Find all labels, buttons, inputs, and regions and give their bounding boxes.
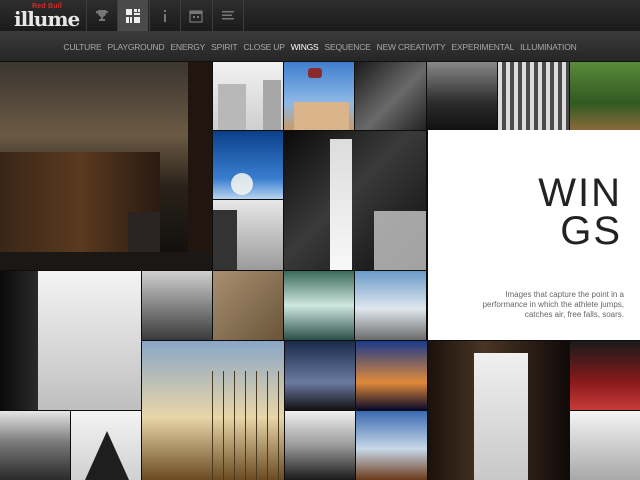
photo-tile-stairs[interactable] (213, 200, 283, 270)
photo-tile-ridge[interactable] (285, 411, 355, 480)
photo-tile-cliff-jump[interactable] (0, 271, 141, 410)
photo-tile-dam[interactable] (142, 271, 212, 340)
category-culture[interactable]: Culture (60, 42, 104, 52)
photo-tile-green-ramp[interactable] (570, 62, 640, 130)
section-title-line2: GS (560, 209, 622, 253)
photo-tile-bmx-ramp[interactable] (284, 62, 354, 130)
photo-tile-sculpture[interactable] (356, 411, 427, 480)
category-spirit[interactable]: Spirit (208, 42, 240, 52)
section-description: Images that capture the point in a perfo… (482, 290, 624, 319)
category-sequence[interactable]: Sequence (322, 42, 374, 52)
photo-tile-city-canal[interactable] (0, 62, 212, 270)
photo-tile-waterfall-color[interactable] (428, 341, 569, 480)
category-illumination[interactable]: Illumination (517, 42, 579, 52)
photo-tile-sky-flip[interactable] (213, 131, 283, 199)
photo-tile-facade[interactable] (498, 62, 569, 130)
photo-tile-crowd[interactable] (0, 411, 70, 480)
grid-icon[interactable] (117, 0, 148, 31)
category-nav: Culture Playground Energy Spirit Close U… (0, 32, 640, 62)
photo-tile-building-jump[interactable] (213, 62, 283, 130)
info-icon[interactable] (149, 0, 180, 31)
photo-tile-skate-bowl[interactable] (355, 271, 426, 340)
photo-tile-dusk-bmx[interactable] (356, 341, 427, 410)
illume-logo[interactable]: Red Bull illume (14, 3, 84, 31)
photo-tile-rail-grind[interactable] (570, 411, 640, 480)
photo-tile-red-ramp[interactable] (570, 341, 640, 410)
photo-tile-dome-night[interactable] (285, 341, 355, 410)
category-new-creativity[interactable]: New Creativity (374, 42, 449, 52)
category-wings[interactable]: Wings (288, 42, 322, 52)
category-close-up[interactable]: Close Up (240, 42, 287, 52)
section-title: WIN GS (538, 171, 622, 253)
photo-tile-forest-jump[interactable] (355, 62, 426, 130)
section-title-line1: WIN (538, 171, 622, 215)
logo-name: illume (14, 7, 80, 31)
category-playground[interactable]: Playground (105, 42, 168, 52)
category-experimental[interactable]: Experimental (448, 42, 517, 52)
photo-tile-waterfall-bw[interactable] (284, 131, 426, 270)
trophy-icon[interactable] (86, 0, 117, 31)
list-icon[interactable] (212, 0, 244, 31)
photo-tile-industrial[interactable] (427, 62, 497, 130)
top-toolbar: Red Bull illume (0, 0, 640, 32)
category-energy[interactable]: Energy (167, 42, 208, 52)
calendar-icon[interactable] (180, 0, 211, 31)
photo-tile-pyramid[interactable] (71, 411, 141, 480)
section-title-panel: WIN GS Images that capture the point in … (428, 130, 640, 340)
photo-tile-rapids[interactable] (284, 271, 354, 340)
photo-tile-sunset-flip[interactable] (142, 341, 284, 480)
photo-tile-aerial-desert[interactable] (213, 271, 283, 340)
